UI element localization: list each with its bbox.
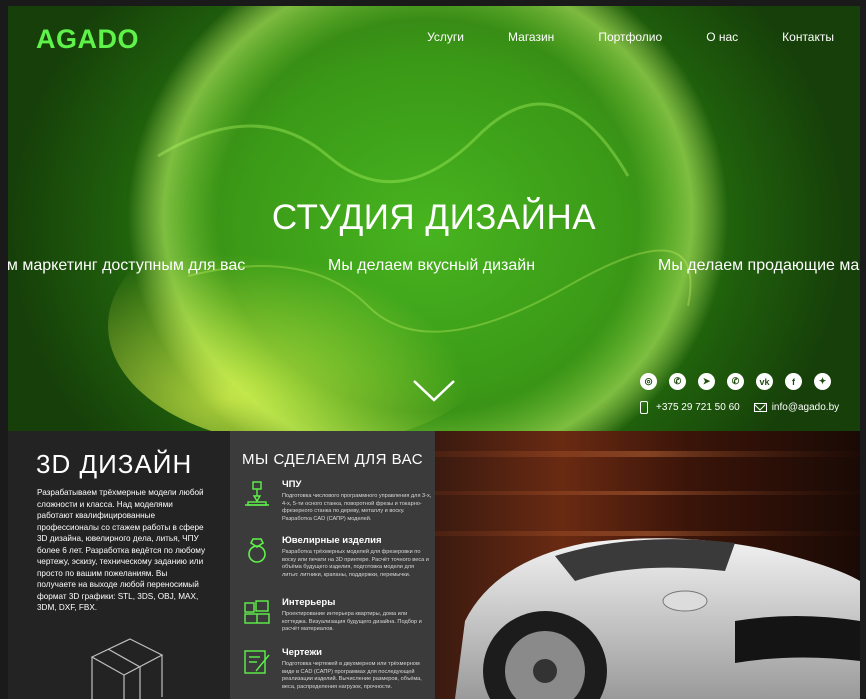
social-links: ◎ ✆ ➤ ✆ vk f ✦ — [640, 373, 843, 390]
service-description: Подготовка чертежей в двухмерном или трё… — [282, 661, 422, 690]
phone-number[interactable]: +375 29 721 50 60 — [656, 402, 740, 413]
nav-link-portfolio[interactable]: Портфолио — [598, 30, 662, 44]
design3d-title: 3D ДИЗАЙН — [36, 449, 193, 479]
phone-icon — [640, 401, 648, 414]
nav-link-about[interactable]: О нас — [706, 30, 738, 44]
slogan-marquee-item: Мы делаем продающие ма — [658, 257, 860, 274]
car-render-image — [435, 431, 860, 699]
hero-section: AGADO Услуги Магазин Портфолио О нас Кон… — [8, 6, 860, 431]
services-section: 3D ДИЗАЙН Разрабатываем трёхмерные модел… — [8, 431, 860, 699]
service-name: ЧПУ — [282, 479, 302, 490]
cnc-icon — [245, 481, 269, 506]
wireframe-cube-icon — [90, 638, 164, 699]
service-item-jewelry[interactable]: Ювелирные изделия Разработка трёхмерных … — [242, 535, 432, 585]
email-address[interactable]: info@agado.by — [772, 402, 839, 413]
service-item-cnc[interactable]: ЧПУ Подготовка числового программного уп… — [242, 479, 432, 522]
service-name: Ювелирные изделия — [282, 535, 382, 546]
viber-icon[interactable]: ✆ — [669, 373, 686, 390]
nav-link-services[interactable]: Услуги — [427, 30, 464, 44]
whatsapp-icon[interactable]: ✆ — [727, 373, 744, 390]
service-description: Подготовка числового программного управл… — [282, 493, 432, 522]
contact-info: +375 29 721 50 60 info@agado.by — [640, 401, 839, 414]
service-description: Разработка трёхмерных моделей для фрезер… — [282, 549, 429, 578]
service-item-drawings[interactable]: Чертежи Подготовка чертежей в двухмерном… — [242, 647, 432, 697]
service-item-interiors[interactable]: Интерьеры Проектирование интерьера кварт… — [242, 597, 432, 637]
services-title: МЫ СДЕЛАЕМ ДЛЯ ВАС — [242, 451, 424, 468]
services-panel: МЫ СДЕЛАЕМ ДЛЯ ВАС ЧПУ Подготовка числов… — [230, 431, 435, 699]
hero-title: СТУДИЯ ДИЗАЙНА — [271, 198, 597, 237]
ring-icon — [248, 538, 266, 563]
facebook-icon[interactable]: f — [785, 373, 802, 390]
interior-icon — [244, 600, 270, 624]
twitter-icon[interactable]: ✦ — [814, 373, 831, 390]
service-name: Интерьеры — [282, 597, 336, 608]
slogan-marquee-item: Мы делаем вкусный дизайн — [328, 257, 536, 274]
scroll-down-chevron-icon[interactable] — [412, 378, 456, 404]
telegram-icon[interactable]: ➤ — [698, 373, 715, 390]
window-left-border — [0, 0, 8, 699]
sports-car-illustration — [435, 451, 860, 699]
vk-icon[interactable]: vk — [756, 373, 773, 390]
service-description: Проектирование интерьера квартиры, дома … — [282, 611, 422, 632]
nav-link-contacts[interactable]: Контакты — [782, 30, 834, 44]
service-name: Чертежи — [282, 647, 323, 658]
design3d-panel: 3D ДИЗАЙН Разрабатываем трёхмерные модел… — [8, 431, 230, 699]
mail-icon — [753, 403, 767, 412]
main-nav: Услуги Магазин Портфолио О нас Контакты — [383, 30, 834, 44]
drawing-icon — [244, 650, 270, 674]
instagram-icon[interactable]: ◎ — [640, 373, 657, 390]
slogan-marquee-item: ем маркетинг доступным для вас — [8, 257, 246, 274]
design3d-description: Разрабатываем трёхмерные модели любой сл… — [37, 488, 206, 612]
nav-link-shop[interactable]: Магазин — [508, 30, 554, 44]
site-logo[interactable]: AGADO — [36, 24, 139, 55]
